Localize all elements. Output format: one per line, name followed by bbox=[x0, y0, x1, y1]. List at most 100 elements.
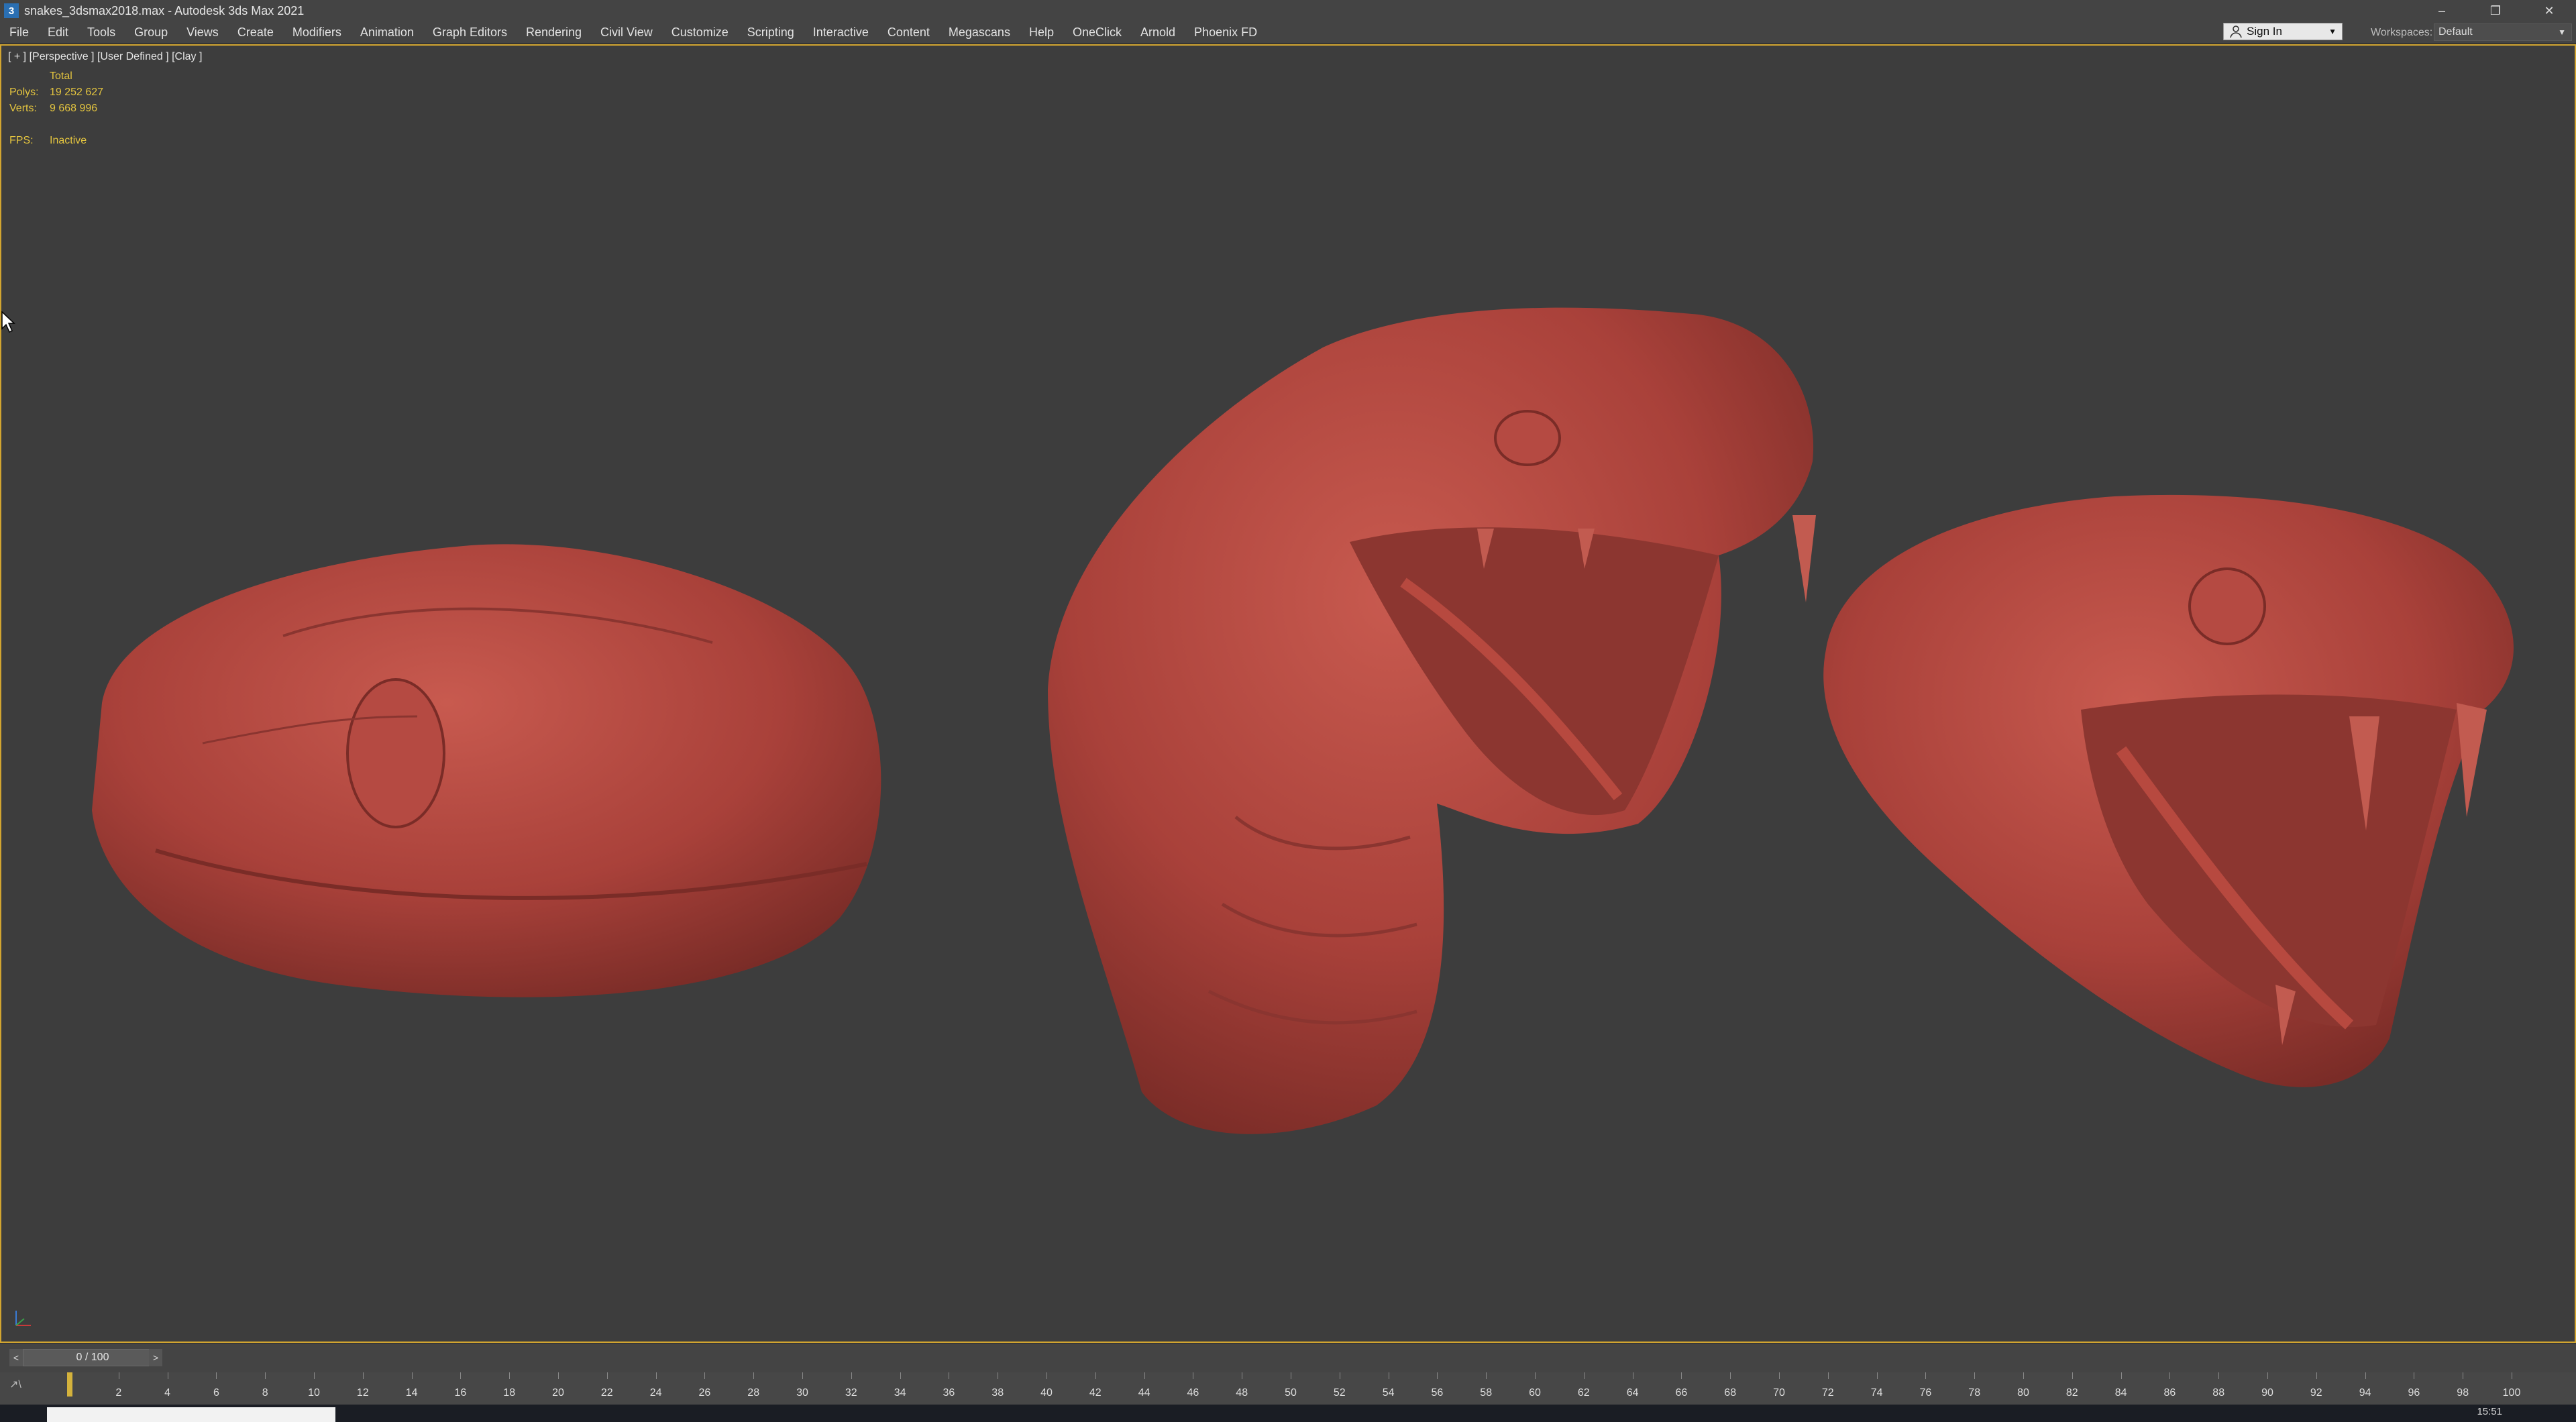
frame-tick bbox=[265, 1372, 266, 1379]
frame-tick bbox=[1535, 1372, 1536, 1379]
frame-tick-label: 6 bbox=[213, 1387, 219, 1399]
frame-tick bbox=[1876, 1372, 1878, 1379]
frame-tick-label: 34 bbox=[894, 1387, 906, 1399]
frame-tick-label: 98 bbox=[2457, 1387, 2469, 1399]
frame-tick-label: 36 bbox=[943, 1387, 955, 1399]
frame-tick bbox=[606, 1372, 608, 1379]
frame-tick-label: 12 bbox=[356, 1387, 369, 1399]
frame-tick-label: 30 bbox=[796, 1387, 808, 1399]
time-slider[interactable]: 0 / 100 bbox=[23, 1349, 162, 1366]
frame-ruler[interactable]: 2 4 6 8 10 12 14 16 18 20 22 24 26 28 30 32 34 36 38 40 42 44… bbox=[70, 1372, 2520, 1405]
menu-edit[interactable]: Edit bbox=[38, 25, 78, 40]
frame-tick-label: 52 bbox=[1333, 1387, 1346, 1399]
menu-help[interactable]: Help bbox=[1020, 25, 1063, 40]
previous-frame-button[interactable]: < bbox=[9, 1349, 23, 1366]
frame-tick-label: 16 bbox=[454, 1387, 467, 1399]
frame-tick bbox=[1779, 1372, 1780, 1379]
frame-tick-label: 82 bbox=[2065, 1387, 2078, 1399]
taskbar bbox=[0, 1405, 2576, 1422]
title-bar: 3 snakes_3dsmax2018.max - Autodesk 3ds M… bbox=[0, 0, 2576, 21]
menu-views[interactable]: Views bbox=[177, 25, 228, 40]
frame-tick-label: 88 bbox=[2212, 1387, 2225, 1399]
frame-tick-label: 20 bbox=[552, 1387, 564, 1399]
curve-editor-icon[interactable]: ↗\ bbox=[9, 1378, 50, 1395]
menu-rendering[interactable]: Rendering bbox=[517, 25, 591, 40]
frame-tick bbox=[411, 1372, 413, 1379]
frame-tick-label: 18 bbox=[503, 1387, 516, 1399]
frame-tick bbox=[1583, 1372, 1585, 1379]
frame-tick-label: 62 bbox=[1577, 1387, 1590, 1399]
scene-models bbox=[92, 307, 2514, 1134]
frame-tick bbox=[460, 1372, 462, 1379]
frame-tick-label: 78 bbox=[1968, 1387, 1981, 1399]
workspaces-select[interactable]: Default ▼ bbox=[2434, 23, 2572, 41]
user-icon bbox=[2230, 25, 2242, 38]
menu-create[interactable]: Create bbox=[228, 25, 283, 40]
frame-tick-label: 26 bbox=[698, 1387, 711, 1399]
frame-tick bbox=[1046, 1372, 1047, 1379]
menu-megascans[interactable]: Megascans bbox=[939, 25, 1020, 40]
frame-tick-label: 54 bbox=[1382, 1387, 1395, 1399]
workspaces-label: Workspaces: bbox=[2371, 27, 2433, 38]
frame-tick-label: 74 bbox=[1870, 1387, 1883, 1399]
menu-tools[interactable]: Tools bbox=[78, 25, 125, 40]
frame-tick-label: 32 bbox=[845, 1387, 857, 1399]
frame-tick bbox=[1144, 1372, 1145, 1379]
frame-tick-label: 28 bbox=[747, 1387, 760, 1399]
menu-phoenix-fd[interactable]: Phoenix FD bbox=[1185, 25, 1267, 40]
menu-content[interactable]: Content bbox=[878, 25, 939, 40]
frame-tick bbox=[1437, 1372, 1438, 1379]
menu-oneclick[interactable]: OneClick bbox=[1063, 25, 1131, 40]
menu-customize[interactable]: Customize bbox=[662, 25, 738, 40]
restore-button[interactable]: ❐ bbox=[2469, 0, 2522, 21]
frame-tick-label: 56 bbox=[1431, 1387, 1444, 1399]
axis-gizmo-icon bbox=[15, 1311, 31, 1326]
frame-tick-label: 38 bbox=[991, 1387, 1004, 1399]
frame-tick bbox=[2023, 1372, 2024, 1379]
frame-tick-label: 94 bbox=[2359, 1387, 2371, 1399]
menu-modifiers[interactable]: Modifiers bbox=[283, 25, 351, 40]
taskbar-search-box[interactable] bbox=[47, 1407, 335, 1422]
window-controls: – ❐ ✕ bbox=[2415, 0, 2576, 21]
frame-tick bbox=[2316, 1372, 2317, 1379]
frame-tick-label: 22 bbox=[600, 1387, 613, 1399]
workspaces-value: Default bbox=[2438, 26, 2473, 38]
sign-in-dropdown[interactable]: Sign In ▼ bbox=[2223, 23, 2343, 40]
frame-tick bbox=[314, 1372, 315, 1379]
menu-civil-view[interactable]: Civil View bbox=[591, 25, 662, 40]
frame-tick-label: 70 bbox=[1773, 1387, 1785, 1399]
perspective-viewport[interactable]: [ + ] [Perspective ] [User Defined ] [Cl… bbox=[0, 44, 2576, 1343]
frame-tick bbox=[509, 1372, 511, 1379]
frame-tick bbox=[1925, 1372, 1927, 1379]
menu-interactive[interactable]: Interactive bbox=[804, 25, 878, 40]
cobra-center[interactable] bbox=[1048, 307, 1816, 1134]
frame-tick-label: 72 bbox=[1821, 1387, 1834, 1399]
frame-tick-label: 46 bbox=[1187, 1387, 1199, 1399]
frame-tick bbox=[704, 1372, 706, 1379]
frame-tick bbox=[2267, 1372, 2268, 1379]
time-slider-bar: < 0 / 100 > bbox=[0, 1343, 2576, 1373]
snake-head-right[interactable] bbox=[1823, 494, 2514, 1087]
next-frame-button[interactable]: > bbox=[149, 1349, 162, 1366]
menu-group[interactable]: Group bbox=[125, 25, 177, 40]
time-slider-value: 0 / 100 bbox=[76, 1352, 109, 1363]
frame-tick-label: 68 bbox=[1724, 1387, 1737, 1399]
snake-head-left[interactable] bbox=[92, 544, 881, 997]
menu-arnold[interactable]: Arnold bbox=[1131, 25, 1185, 40]
menu-animation[interactable]: Animation bbox=[351, 25, 423, 40]
frame-tick-label: 76 bbox=[1919, 1387, 1932, 1399]
frame-tick bbox=[362, 1372, 364, 1379]
menu-file[interactable]: File bbox=[0, 25, 38, 40]
frame-tick-label: 80 bbox=[2017, 1387, 2029, 1399]
chevron-down-icon: ▼ bbox=[2328, 27, 2337, 36]
frame-tick bbox=[2072, 1372, 2073, 1379]
menu-scripting[interactable]: Scripting bbox=[738, 25, 804, 40]
close-button[interactable]: ✕ bbox=[2522, 0, 2576, 21]
taskbar-clock: 15:51 bbox=[2477, 1406, 2502, 1417]
frame-tick bbox=[1486, 1372, 1487, 1379]
menu-graph-editors[interactable]: Graph Editors bbox=[423, 25, 517, 40]
minimize-button[interactable]: – bbox=[2415, 0, 2469, 21]
frame-tick-label: 60 bbox=[1529, 1387, 1541, 1399]
frame-tick-label: 2 bbox=[115, 1387, 122, 1399]
app-icon[interactable]: 3 bbox=[4, 3, 19, 18]
